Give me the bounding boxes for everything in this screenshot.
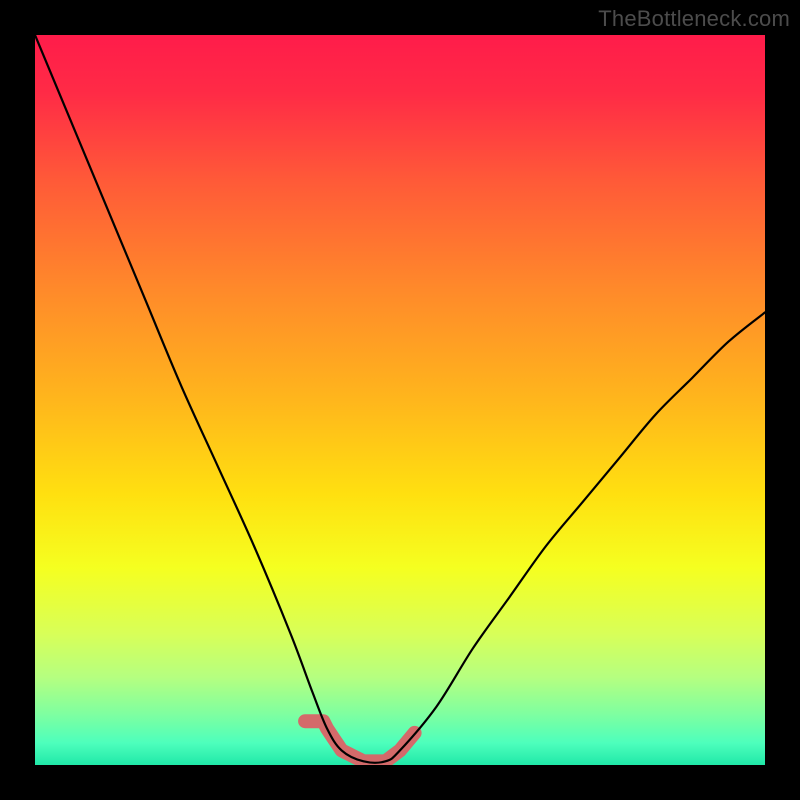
plot-area: [35, 35, 765, 765]
watermark-text: TheBottleneck.com: [598, 6, 790, 32]
bottleneck-curve: [35, 35, 765, 763]
curve-layer: [35, 35, 765, 765]
chart-frame: TheBottleneck.com: [0, 0, 800, 800]
optimal-range-highlight: [305, 721, 415, 761]
